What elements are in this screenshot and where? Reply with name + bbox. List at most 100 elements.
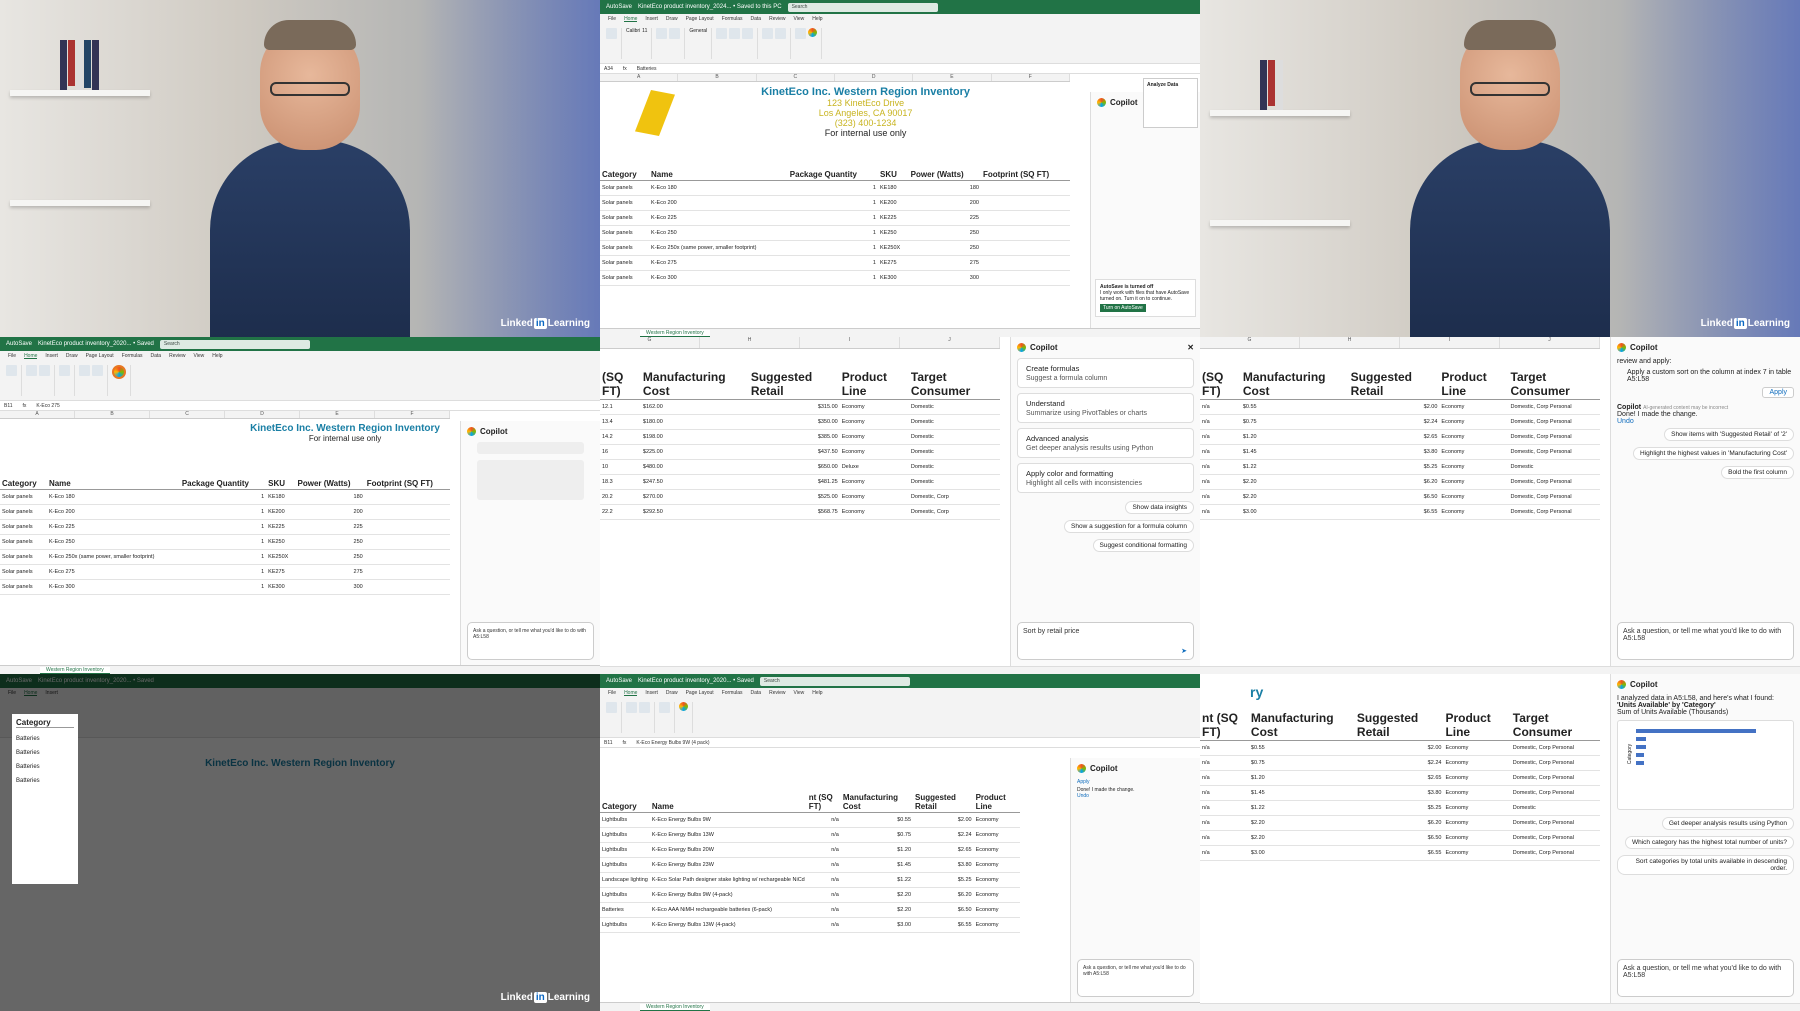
table-cell[interactable]: $270.00: [640, 489, 749, 505]
table-cell[interactable]: 225: [908, 210, 981, 226]
table-cell[interactable]: Deluxe: [839, 459, 909, 475]
table-cell[interactable]: 1: [179, 549, 267, 565]
table-cell[interactable]: $162.00: [640, 399, 749, 415]
table-cell[interactable]: n/a: [1200, 845, 1249, 861]
align-icon[interactable]: [656, 28, 668, 39]
table-cell[interactable]: n/a: [806, 842, 841, 858]
table-cell[interactable]: K-Eco 225: [649, 210, 788, 226]
menu-formulas[interactable]: Formulas: [722, 16, 743, 22]
table-cell[interactable]: $1.45: [840, 857, 914, 873]
table-cell[interactable]: n/a: [1200, 474, 1241, 490]
table-cell[interactable]: K-Eco 180: [649, 180, 788, 196]
table-cell[interactable]: Economy: [1439, 489, 1509, 505]
table-cell[interactable]: K-Eco 300: [649, 270, 788, 286]
table-cell[interactable]: Economy: [973, 872, 1020, 888]
table-cell[interactable]: 200: [295, 504, 365, 520]
table-cell[interactable]: $5.25: [913, 872, 974, 888]
table-cell[interactable]: Domestic: [1510, 800, 1600, 816]
menu-page-layout[interactable]: Page Layout: [686, 16, 714, 22]
table-cell[interactable]: n/a: [1200, 459, 1241, 475]
table-cell[interactable]: Domestic, Corp: [908, 504, 1000, 520]
table-cell[interactable]: $0.55: [840, 812, 914, 828]
table-cell[interactable]: $2.00: [913, 812, 974, 828]
table-cell[interactable]: K-Eco Solar Path designer stake lighting…: [649, 872, 807, 888]
table-cell[interactable]: 12.1: [600, 399, 641, 415]
table-cell[interactable]: 180: [295, 489, 365, 505]
copilot-icon[interactable]: [808, 28, 818, 37]
table-cell[interactable]: Economy: [839, 489, 909, 505]
sheet-tab[interactable]: Western Region Inventory: [640, 330, 710, 337]
search-input[interactable]: Search: [159, 339, 310, 349]
table-cell[interactable]: Domestic, Corp Personal: [1508, 504, 1600, 520]
menu-data[interactable]: Data: [751, 16, 762, 22]
table-cell[interactable]: 1: [787, 240, 878, 256]
table-cell[interactable]: $0.55: [1240, 399, 1349, 415]
table-cell[interactable]: $3.00: [1248, 845, 1355, 861]
table-cell[interactable]: $6.20: [913, 887, 974, 903]
table-cell[interactable]: K-Eco 250: [649, 225, 788, 241]
table-cell[interactable]: Economy: [1443, 845, 1511, 861]
table-cell[interactable]: n/a: [806, 872, 841, 888]
table-cell[interactable]: $2.20: [840, 887, 914, 903]
sort-filter-icon[interactable]: [775, 28, 787, 39]
table-cell[interactable]: Solar panels: [0, 549, 47, 565]
table-cell[interactable]: 275: [908, 255, 981, 271]
table-cell[interactable]: KE250X: [877, 240, 909, 256]
table-cell[interactable]: 1: [787, 255, 878, 271]
table-cell[interactable]: Lightbulbs: [600, 887, 650, 903]
table-cell[interactable]: Domestic, Corp Personal: [1510, 770, 1600, 786]
table-cell[interactable]: [980, 210, 1070, 226]
table-cell[interactable]: $3.00: [1240, 504, 1349, 520]
table-cell[interactable]: 1: [179, 534, 267, 550]
table-cell[interactable]: [364, 549, 450, 565]
font-size-select[interactable]: 11: [642, 28, 647, 34]
number-format-select[interactable]: General: [689, 28, 707, 34]
table-cell[interactable]: [980, 225, 1070, 241]
table-cell[interactable]: Economy: [973, 902, 1020, 918]
table-cell[interactable]: $198.00: [640, 429, 749, 445]
undo-button[interactable]: Undo: [1617, 418, 1794, 425]
menu-draw[interactable]: Draw: [666, 16, 678, 22]
table-cell[interactable]: KE180: [877, 180, 909, 196]
table-cell[interactable]: $6.55: [1348, 504, 1440, 520]
table-cell[interactable]: $6.55: [913, 917, 974, 933]
table-cell[interactable]: Economy: [1439, 474, 1509, 490]
table-cell[interactable]: K-Eco Energy Bulbs 23W: [649, 857, 807, 873]
menu-insert[interactable]: Insert: [645, 16, 658, 22]
table-cell[interactable]: KE200: [877, 195, 909, 211]
table-cell[interactable]: Domestic, Corp Personal: [1510, 845, 1600, 861]
table-cell[interactable]: $3.80: [913, 857, 974, 873]
table-cell[interactable]: Solar panels: [0, 489, 47, 505]
suggestion-card[interactable]: Understand Summarize using PivotTables or…: [1017, 393, 1194, 423]
search-input[interactable]: Search: [787, 2, 938, 12]
table-cell[interactable]: $2.65: [1354, 770, 1444, 786]
table-cell[interactable]: $385.00: [748, 429, 840, 445]
table-cell[interactable]: Domestic, Corp Personal: [1508, 414, 1600, 430]
table-cell[interactable]: Lightbulbs: [600, 857, 650, 873]
table-cell[interactable]: $3.00: [840, 917, 914, 933]
search-input[interactable]: Search: [759, 676, 910, 686]
table-cell[interactable]: K-Eco Energy Bulbs 13W: [649, 827, 807, 843]
table-cell[interactable]: Economy: [1443, 740, 1511, 756]
table-cell[interactable]: 20.2: [600, 489, 641, 505]
table-cell[interactable]: Solar panels: [0, 579, 47, 595]
table-cell[interactable]: $0.55: [1248, 740, 1355, 756]
suggestion-card[interactable]: Apply color and formatting Highlight all …: [1017, 463, 1194, 493]
table-cell[interactable]: Domestic: [908, 444, 1000, 460]
table-cell[interactable]: 1: [179, 579, 267, 595]
table-cell[interactable]: $437.50: [748, 444, 840, 460]
table-cell[interactable]: 1: [179, 504, 267, 520]
table-cell[interactable]: 1: [787, 180, 878, 196]
table-cell[interactable]: n/a: [806, 917, 841, 933]
table-cell[interactable]: $247.50: [640, 474, 749, 490]
table-cell[interactable]: [980, 240, 1070, 256]
table-cell[interactable]: Economy: [1443, 785, 1511, 801]
copilot-input[interactable]: Ask a question, or tell me what you'd li…: [467, 622, 594, 660]
table-cell[interactable]: [364, 504, 450, 520]
menu-home[interactable]: Home: [624, 16, 638, 22]
table-cell[interactable]: $1.22: [1240, 459, 1349, 475]
table-cell[interactable]: Lightbulbs: [600, 827, 650, 843]
table-cell[interactable]: n/a: [1200, 755, 1249, 771]
table-cell[interactable]: n/a: [806, 812, 841, 828]
table-cell[interactable]: Solar panels: [0, 564, 47, 580]
